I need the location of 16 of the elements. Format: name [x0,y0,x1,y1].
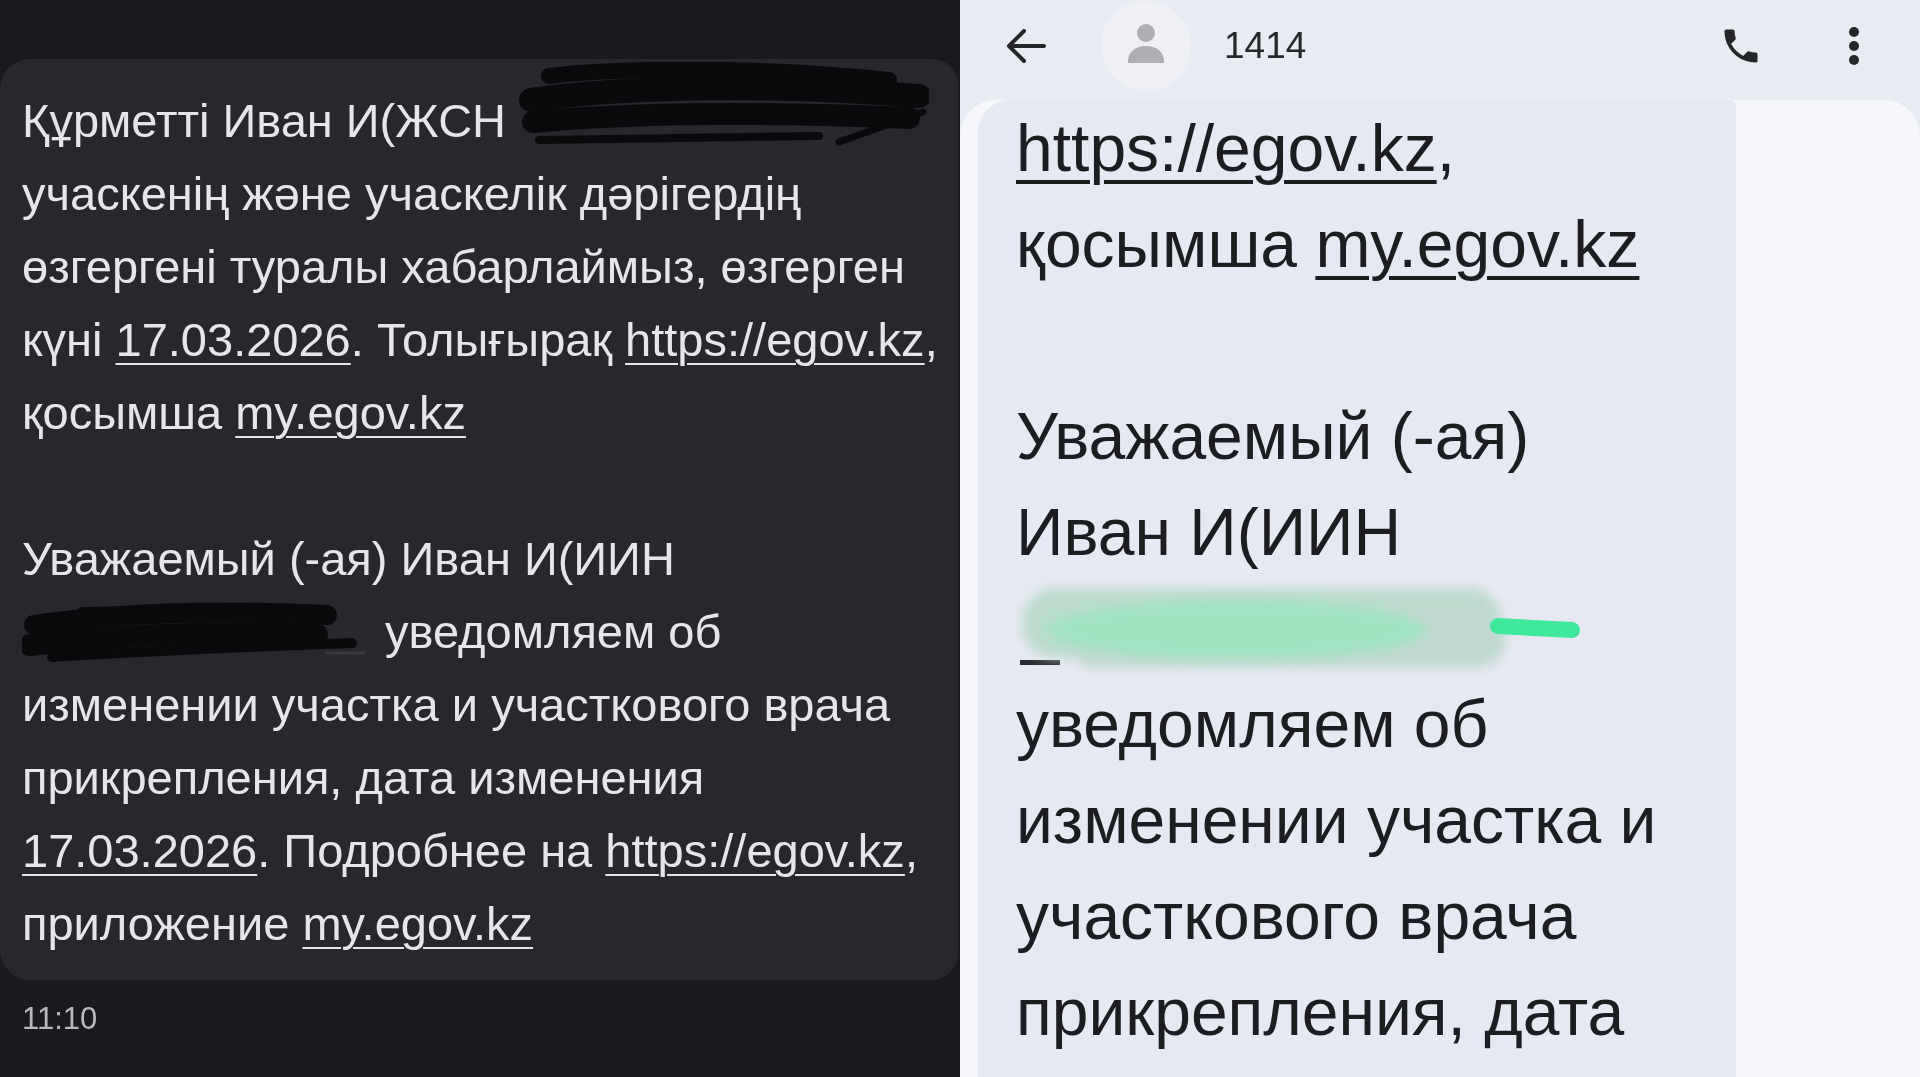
web-link[interactable]: my.egov.kz [302,897,534,950]
message-text: Құрметті Иван И(ЖСН учаскенің және учаскелік дәрігердің өзгергені туралы хабарлаймыз, өзгерген күні 17.03.2026. Толығырақ https://egov.kz, қосымша my.egov.kz [22,84,950,449]
web-link[interactable]: my.egov.kz [235,386,466,439]
more-options-icon[interactable] [1848,26,1860,66]
message-time: 11:10 [21,1000,99,1038]
web-link[interactable]: my.egov.kz [1315,207,1640,281]
message-text: Уважаемый (-ая) Иван И(ИИН уведомляем об изменении участка и участкового врача прикрепления, дата [1016,398,1658,1051]
web-link[interactable]: https://egov.kz [605,824,905,877]
message-text: https://egov.kz, қосымша my.egov.kz [1016,110,1641,283]
web-link[interactable]: https://egov.kz [625,313,925,366]
web-link[interactable]: https://egov.kz [1016,111,1437,185]
back-icon[interactable] [1006,29,1046,63]
conversation-title: 1414 [1224,24,1307,69]
date-link[interactable]: 17.03.2026 [22,824,258,877]
date-link[interactable]: 17.03.2026 [115,313,351,366]
message-text: Уважаемый (-ая) Иван И(ИИН уведомляем об изменении участка и участкового врача прикрепления, дата изменения 17.03.2026. Подробнее на https://egov.kz, приложение my.egov.kz [22,531,919,952]
